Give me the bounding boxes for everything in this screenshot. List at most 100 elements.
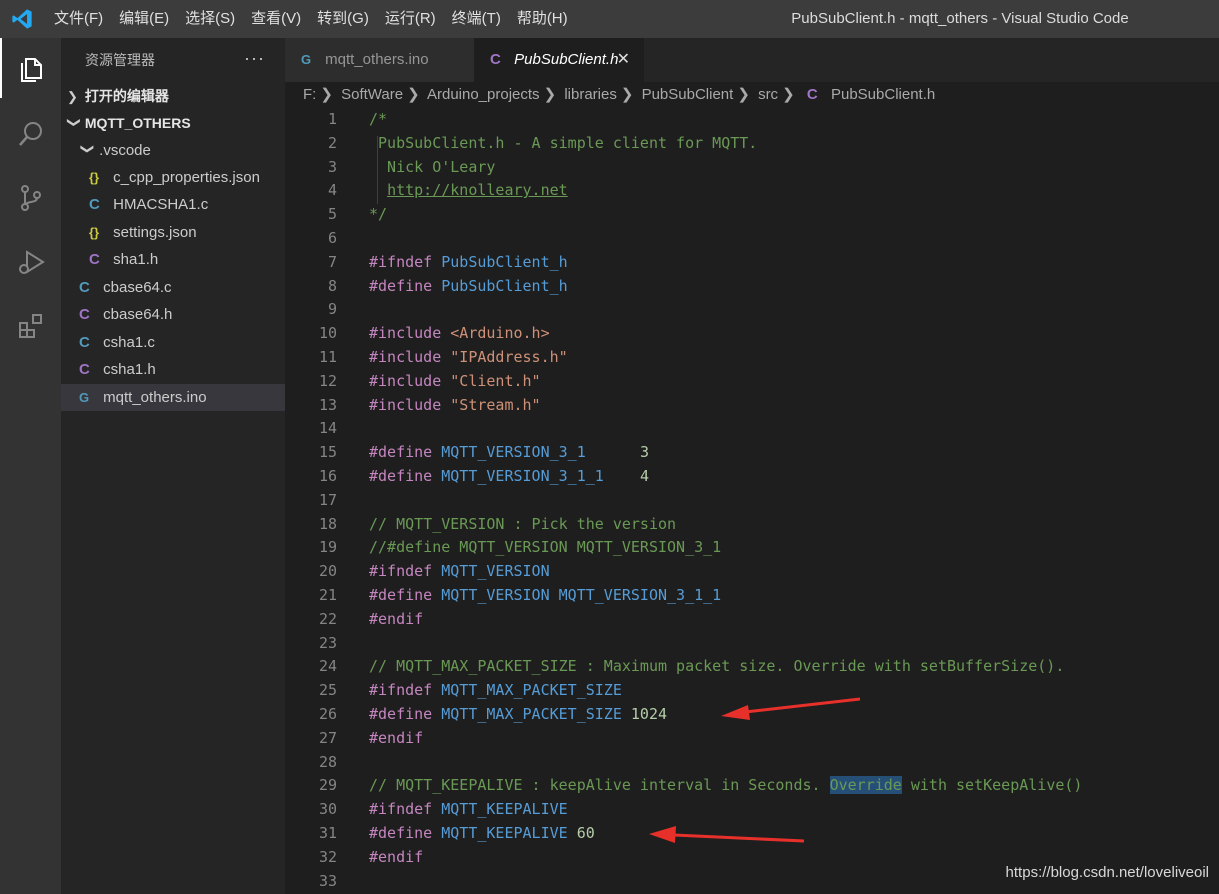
chevron-right-icon: ❯ [737, 86, 750, 103]
json-file-icon: {} [89, 225, 100, 240]
explorer-title: 资源管理器 [85, 52, 155, 68]
line-number-gutter: 1 2 3 4 5 6 7 8 9 10 11 12 13 14 15 16 17 18 19 20 21 22 23 24 2… [285, 108, 345, 893]
code-token: #define [369, 704, 442, 723]
code-token: 60 [576, 823, 595, 842]
c-file-icon: C [89, 196, 100, 213]
tab-pubsubclient-h[interactable]: C PubSubClient.h ✕ [474, 38, 644, 82]
file-item[interactable]: C csha1.c [61, 329, 285, 356]
code-line: ​ [369, 227, 1209, 251]
breadcrumb-item[interactable]: PubSubClient.h [831, 86, 935, 103]
more-actions-button[interactable]: ··· [244, 46, 265, 70]
line-number: 9 [327, 300, 337, 319]
file-item[interactable]: C sha1.h [61, 246, 285, 273]
h-file-icon: C [89, 251, 100, 268]
code-editor[interactable]: /* PubSubClient.h - A simple client for … [369, 108, 1209, 893]
menu-file[interactable]: 文件(F) [46, 0, 111, 38]
file-item-selected[interactable]: G mqtt_others.ino [61, 384, 285, 411]
line-number: 14 [318, 419, 337, 438]
code-token: 4 [639, 466, 649, 485]
workspace-section[interactable]: ❯ MQTT_OTHERS [61, 110, 285, 136]
code-token: #ifndef [369, 562, 442, 581]
line-number: 31 [318, 823, 337, 842]
code-line: // MQTT_MAX_PACKET_SIZE : Maximum packet… [369, 655, 1209, 679]
close-icon[interactable]: ✕ [617, 38, 630, 82]
code-token: "IPAddress.h" [450, 347, 568, 366]
breadcrumb-item[interactable]: Arduino_projects [427, 86, 540, 103]
code-line: #define MQTT_KEEPALIVE 60 [369, 822, 1209, 846]
tab-mqtt-others-ino[interactable]: G mqtt_others.ino [285, 38, 474, 82]
code-line: /* [369, 108, 1209, 132]
menu-go[interactable]: 转到(G) [309, 0, 377, 38]
code-line: ​ [369, 751, 1209, 775]
line-number: 13 [318, 395, 337, 414]
code-line: #define MQTT_MAX_PACKET_SIZE 1024 [369, 703, 1209, 727]
file-item[interactable]: C cbase64.c [61, 274, 285, 301]
code-token: MQTT_KEEPALIVE [441, 823, 568, 842]
code-line: */ [369, 203, 1209, 227]
file-label: settings.json [113, 224, 197, 241]
open-editors-section[interactable]: ❯ 打开的编辑器 [61, 83, 285, 109]
line-number: 4 [327, 181, 337, 200]
line-number: 24 [318, 657, 337, 676]
menu-run[interactable]: 运行(R) [377, 0, 444, 38]
code-token: "Stream.h" [450, 395, 541, 414]
menu-selection[interactable]: 选择(S) [177, 0, 243, 38]
activity-extensions[interactable] [0, 296, 61, 356]
vscode-logo-icon [12, 9, 32, 29]
breadcrumb-item[interactable]: SoftWare [341, 86, 403, 103]
line-number: 6 [327, 228, 337, 247]
menu-help[interactable]: 帮助(H) [509, 0, 576, 38]
code-token: MQTT_VERSION [441, 562, 550, 581]
chevron-right-icon: ❯ [67, 89, 78, 104]
menu-edit[interactable]: 编辑(E) [111, 0, 177, 38]
activity-search[interactable] [0, 104, 61, 164]
chevron-right-icon: ❯ [620, 86, 634, 103]
code-token: #ifndef [369, 252, 442, 271]
code-token: #include [369, 371, 451, 390]
file-item[interactable]: {} settings.json [61, 219, 285, 246]
activity-run-debug[interactable] [0, 232, 61, 292]
code-token: #include [369, 347, 451, 366]
folder-vscode[interactable]: ❯ .vscode [61, 137, 285, 164]
breadcrumb-item[interactable]: PubSubClient [642, 86, 734, 103]
code-token: //#define MQTT_VERSION MQTT_VERSION_3_1 [369, 538, 722, 557]
h-file-icon: C [490, 51, 501, 68]
file-item[interactable]: C cbase64.h [61, 301, 285, 328]
line-number: 10 [318, 324, 337, 343]
file-label: c_cpp_properties.json [113, 169, 260, 186]
code-line: #include "Client.h" [369, 370, 1209, 394]
file-item[interactable]: {} c_cpp_properties.json [61, 164, 285, 191]
line-number: 22 [318, 609, 337, 628]
code-token: with setKeepAlive() [901, 776, 1083, 795]
line-number: 27 [318, 728, 337, 747]
workspace-label: MQTT_OTHERS [84, 115, 191, 131]
run-debug-icon [18, 250, 45, 274]
code-token: MQTT_KEEPALIVE [441, 800, 568, 819]
code-line: #endif [369, 608, 1209, 632]
menu-terminal[interactable]: 终端(T) [444, 0, 509, 38]
file-item[interactable]: C HMACSHA1.c [61, 191, 285, 218]
code-token: // MQTT_KEEPALIVE : keepAlive interval i… [369, 776, 830, 795]
code-line: #define MQTT_VERSION_3_1 3 [369, 441, 1209, 465]
file-item[interactable]: C csha1.h [61, 356, 285, 383]
activity-source-control[interactable] [0, 168, 61, 228]
code-token: http://knolleary.net [387, 181, 568, 200]
code-line: #define MQTT_VERSION_3_1_1 4 [369, 465, 1209, 489]
line-number: 18 [318, 514, 337, 533]
explorer-icon [20, 58, 42, 82]
breadcrumb-item[interactable]: F: [303, 86, 316, 103]
code-token: #include [369, 324, 451, 343]
activity-explorer[interactable] [0, 38, 61, 98]
editor-tab-bar: G mqtt_others.ino C PubSubClient.h ✕ [285, 38, 1219, 82]
menu-view[interactable]: 查看(V) [243, 0, 309, 38]
code-line: #define MQTT_VERSION MQTT_VERSION_3_1_1 [369, 584, 1209, 608]
breadcrumb-item[interactable]: libraries [564, 86, 617, 103]
line-number: 23 [318, 633, 337, 652]
code-line: http://knolleary.net [369, 179, 1209, 203]
json-file-icon: {} [89, 170, 100, 185]
code-token: Override [829, 776, 902, 795]
breadcrumb-item[interactable]: src [758, 86, 778, 103]
